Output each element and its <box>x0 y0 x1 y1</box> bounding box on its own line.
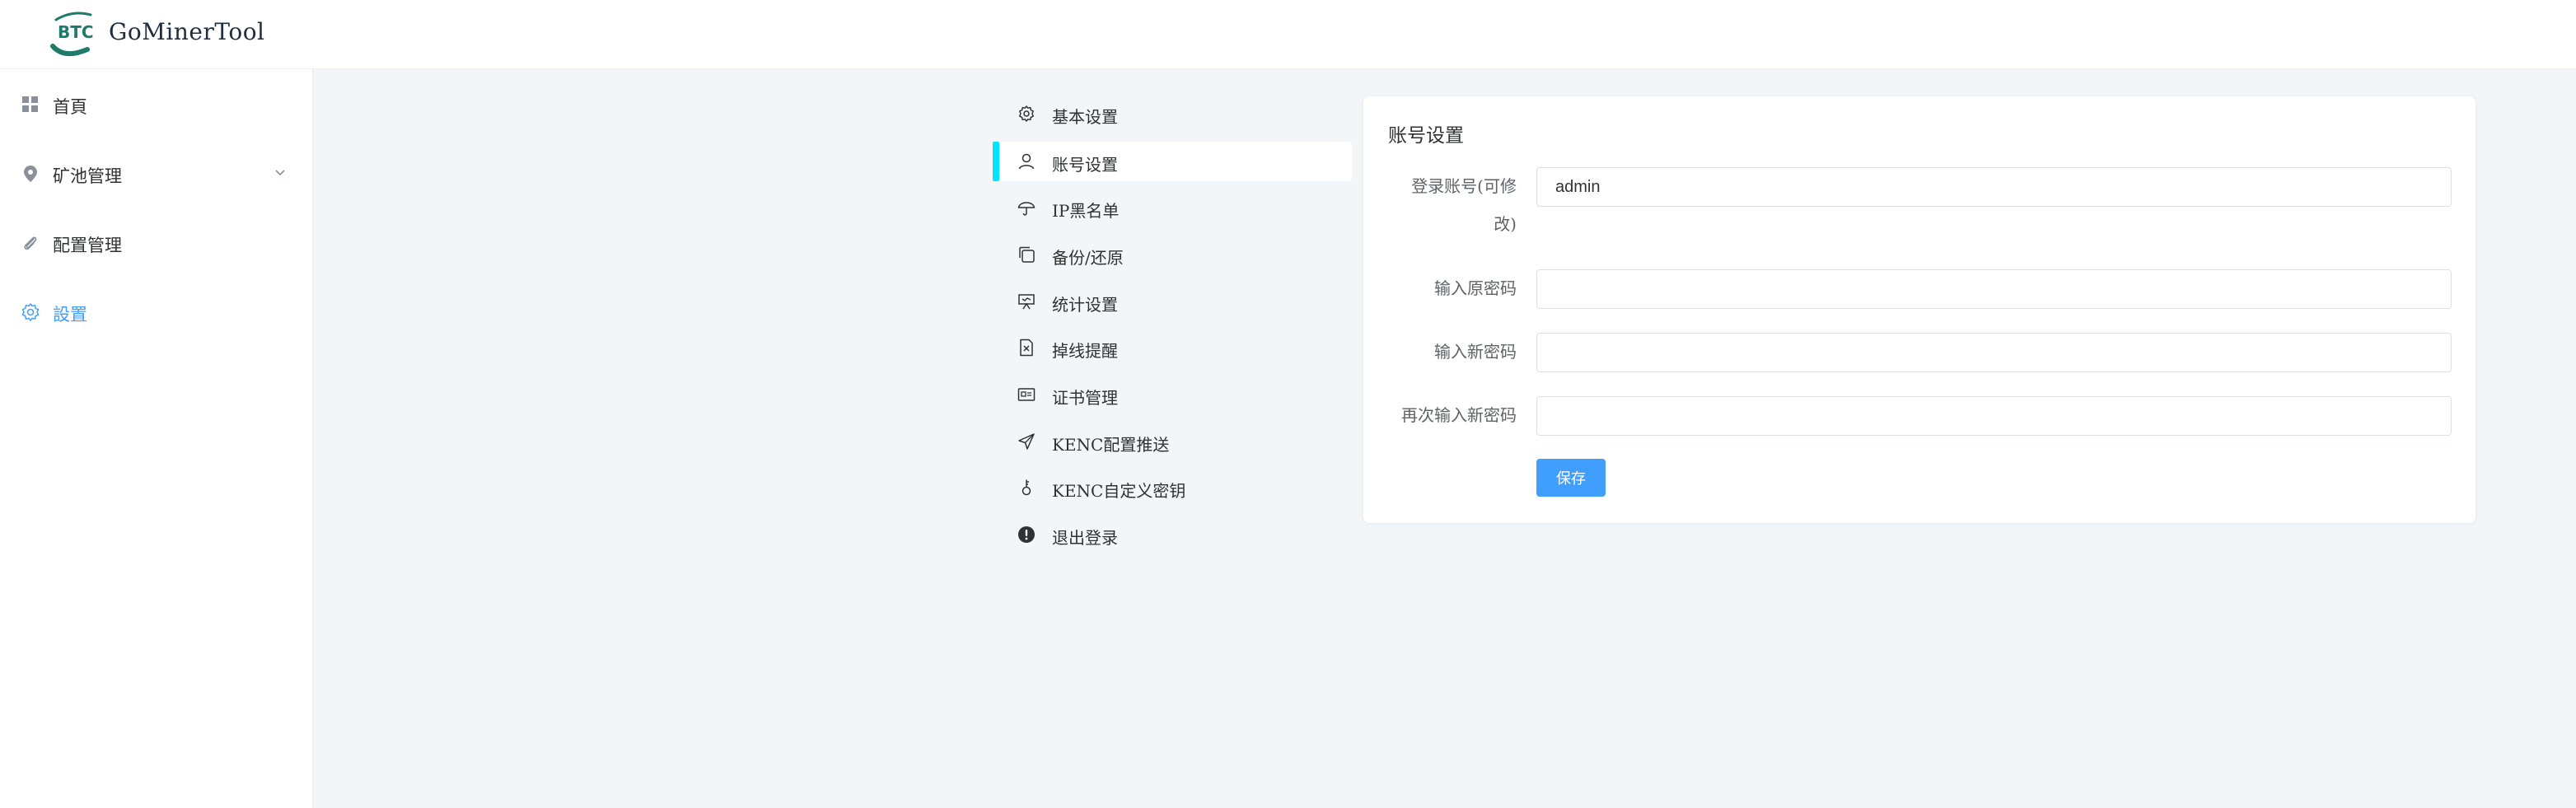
menu-item-label: 统计设置 <box>1052 295 1118 315</box>
presentation-icon <box>1018 294 1035 310</box>
confirm-password-label: 再次输入新密码 <box>1401 405 1517 425</box>
menu-item-label: 退出登录 <box>1052 528 1118 548</box>
menu-item-label: 基本设置 <box>1052 107 1118 127</box>
account-settings-card: 账号设置 登录账号(可修 改) 输入原密码 输入新密码 再次输入新密码 保存 <box>1363 96 2475 523</box>
gear-icon <box>21 303 40 321</box>
menu-item-kenc-custom-key[interactable]: KENC自定义密钥 <box>993 468 1352 507</box>
copy-icon <box>1019 246 1035 263</box>
warning-circle-icon <box>1018 526 1035 543</box>
sidebar-item-settings[interactable]: 設置 <box>0 288 313 338</box>
menu-item-basic-settings[interactable]: 基本设置 <box>993 94 1352 133</box>
menu-item-account-settings[interactable]: 账号设置 <box>993 142 1352 181</box>
sidebar-item-label: 設置 <box>53 305 87 325</box>
old-password-label: 输入原密码 <box>1434 278 1517 298</box>
old-password-input[interactable] <box>1536 269 2452 309</box>
menu-item-logout[interactable]: 退出登录 <box>993 515 1352 554</box>
top-header: BTC GoMinerTool <box>0 0 2576 69</box>
sidebar: 首頁 矿池管理 配置管理 設置 <box>0 69 313 808</box>
menu-item-kenc-config-push[interactable]: KENC配置推送 <box>993 422 1352 461</box>
login-account-input[interactable] <box>1536 167 2452 207</box>
chevron-down-icon[interactable] <box>273 166 287 180</box>
svg-text:BTC: BTC <box>58 22 94 42</box>
new-password-input[interactable] <box>1536 333 2452 372</box>
sidebar-item-home[interactable]: 首頁 <box>0 81 313 130</box>
menu-item-label: 掉线提醒 <box>1052 341 1118 361</box>
menu-item-label: 备份/还原 <box>1052 248 1124 268</box>
btc-logo-icon: BTC <box>50 12 94 57</box>
menu-item-label: KENC自定义密钥 <box>1052 481 1186 501</box>
sidebar-item-label: 首頁 <box>53 97 87 117</box>
sidebar-item-label: 配置管理 <box>53 236 122 255</box>
gear-icon <box>1019 105 1034 122</box>
save-button[interactable]: 保存 <box>1536 459 1606 497</box>
key-icon <box>1022 479 1031 496</box>
menu-item-offline-alert[interactable]: 掉线提醒 <box>993 328 1352 367</box>
paperclip-icon <box>24 236 37 250</box>
user-icon <box>1018 153 1035 170</box>
sidebar-item-config-management[interactable]: 配置管理 <box>0 219 313 269</box>
id-card-icon <box>1017 388 1036 401</box>
sidebar-item-pool-management[interactable]: 矿池管理 <box>0 150 313 199</box>
card-title: 账号设置 <box>1388 125 1464 147</box>
login-account-label: 登录账号(可修 改) <box>1377 167 1517 243</box>
menu-item-ip-blacklist[interactable]: IP黑名单 <box>993 188 1352 227</box>
document-x-icon <box>1020 339 1033 357</box>
app-brand-title: GoMinerTool <box>109 18 265 45</box>
umbrella-icon <box>1017 202 1036 216</box>
menu-item-backup-restore[interactable]: 备份/还原 <box>993 235 1352 274</box>
dashboard-grid-icon <box>22 96 38 112</box>
menu-item-label: 账号设置 <box>1052 155 1118 175</box>
login-account-label-line2: 改) <box>1494 214 1517 234</box>
location-pin-icon <box>24 166 37 182</box>
menu-item-label: KENC配置推送 <box>1052 435 1170 455</box>
menu-item-statistics-settings[interactable]: 统计设置 <box>993 282 1352 321</box>
new-password-label: 输入新密码 <box>1434 342 1517 362</box>
menu-item-certificate-management[interactable]: 证书管理 <box>993 375 1352 414</box>
confirm-password-input[interactable] <box>1536 396 2452 436</box>
menu-item-label: 证书管理 <box>1052 388 1118 408</box>
send-icon <box>1018 433 1035 450</box>
sidebar-item-label: 矿池管理 <box>53 166 122 186</box>
menu-item-label: IP黑名单 <box>1052 201 1120 221</box>
login-account-label-line1: 登录账号(可修 <box>1411 176 1517 196</box>
